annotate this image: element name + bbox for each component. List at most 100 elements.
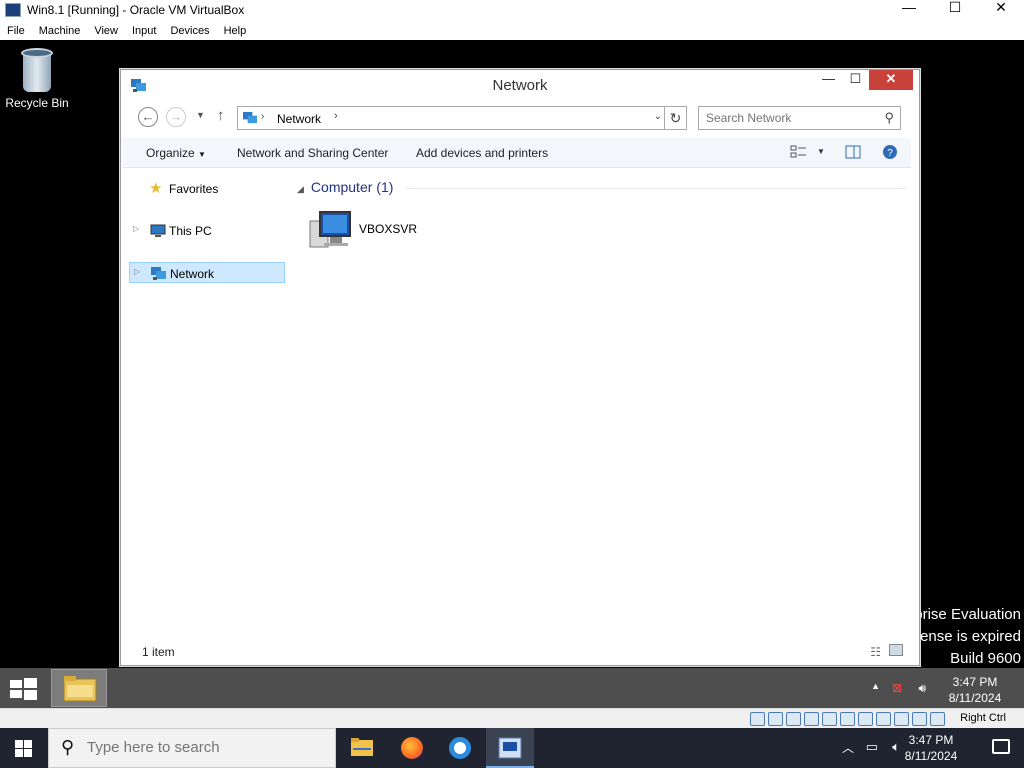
guest-taskbar: ▲ ⊠ 🔊︎ 3:47 PM 8/11/2024	[0, 668, 1024, 708]
network-icon[interactable]: ▭	[866, 739, 878, 755]
windows-logo-icon	[15, 740, 32, 757]
breadcrumb-network[interactable]: Network	[277, 112, 321, 126]
virtualbox-icon	[498, 737, 522, 759]
collapse-triangle-icon[interactable]: ◢	[297, 184, 304, 194]
address-dropdown-chevron-icon[interactable]: ⌄	[654, 111, 662, 122]
host-clock[interactable]: 3:47 PM 8/11/2024	[896, 732, 966, 764]
menu-view[interactable]: View	[87, 25, 125, 37]
menu-machine[interactable]: Machine	[32, 25, 88, 37]
menu-help[interactable]: Help	[217, 25, 254, 37]
breadcrumb-chevron-icon[interactable]: ›	[261, 111, 264, 122]
up-arrow-icon[interactable]: ↑	[217, 107, 225, 124]
organize-button[interactable]: Organize ▼	[146, 146, 206, 160]
group-header[interactable]: ◢ Computer (1)	[297, 179, 393, 195]
watermark-line-3: Build 9600	[950, 650, 1021, 667]
explorer-close-button[interactable]: ✕	[869, 70, 913, 90]
network-status-icon[interactable]: ⊠	[892, 681, 902, 695]
guest-date: 8/11/2024	[948, 691, 1002, 705]
search-input[interactable]	[706, 111, 876, 125]
host-search-box[interactable]: ⚲	[48, 728, 336, 768]
recycle-bin[interactable]: Recycle Bin	[4, 48, 70, 110]
virtualbox-menu-bar: File Machine View Input Devices Help	[0, 21, 1024, 40]
menu-input[interactable]: Input	[125, 25, 163, 37]
change-view-icon[interactable]	[790, 144, 808, 160]
watermark-line-1: prise Evaluation	[914, 606, 1021, 623]
search-icon: ⚲	[61, 737, 75, 757]
guest-file-explorer-button[interactable]	[51, 669, 107, 707]
network-computer-item[interactable]: VBOXSVR	[306, 209, 436, 253]
explorer-minimize-button[interactable]: —	[815, 70, 842, 90]
nav-network[interactable]: ▷ Network	[129, 262, 285, 283]
virtualbox-status-bar: Right Ctrl	[0, 708, 1024, 728]
firefox-taskbar-button[interactable]	[388, 728, 436, 768]
status-bar: 1 item ☷	[122, 639, 911, 664]
optical-drive-icon[interactable]	[768, 712, 783, 726]
navigation-bar: ← → ▼ ↑ › Network › ⌄ ↻ ⚲	[129, 104, 912, 132]
recording-icon[interactable]	[876, 712, 891, 726]
expand-arrow-icon[interactable]: ▷	[133, 224, 139, 233]
nav-favorites-label: Favorites	[169, 182, 219, 196]
host-search-input[interactable]	[87, 739, 327, 756]
network-adapter-icon[interactable]	[804, 712, 819, 726]
large-icons-view-icon[interactable]	[889, 644, 903, 656]
shared-folders-icon[interactable]	[840, 712, 855, 726]
keyboard-icon[interactable]	[930, 712, 945, 726]
chevron-down-icon: ▼	[198, 150, 206, 159]
explorer-maximize-button[interactable]: ☐	[842, 70, 869, 90]
add-devices-printers-button[interactable]: Add devices and printers	[416, 146, 548, 160]
help-icon[interactable]: ?	[881, 144, 899, 160]
nav-this-pc[interactable]: ▷ This PC	[129, 220, 285, 241]
network-sharing-center-button[interactable]: Network and Sharing Center	[237, 146, 388, 160]
windows-logo-icon	[10, 678, 37, 700]
show-hidden-icons-icon[interactable]: ︿	[842, 739, 854, 756]
minimize-button[interactable]: —	[886, 0, 932, 18]
expand-arrow-icon[interactable]: ▷	[134, 267, 140, 276]
refresh-icon[interactable]: ↻	[664, 107, 686, 129]
virtualbox-app-icon	[5, 3, 21, 17]
explorer-title: Network	[492, 77, 548, 94]
network-icon	[243, 111, 257, 124]
view-chevron-down-icon[interactable]: ▼	[817, 147, 825, 156]
back-button[interactable]: ←	[138, 107, 158, 127]
host-taskbar: ⚲ ︿ ▭ 🔈︎ 3:47 PM 8/11/2024	[0, 728, 1024, 768]
virtualbox-taskbar-button[interactable]	[486, 728, 534, 768]
nav-favorites[interactable]: ★ Favorites	[129, 178, 285, 199]
organize-label: Organize	[146, 146, 195, 160]
display-icon[interactable]	[858, 712, 873, 726]
menu-file[interactable]: File	[0, 25, 32, 37]
host-date: 8/11/2024	[904, 749, 958, 763]
host-start-button[interactable]	[0, 728, 48, 768]
address-bar[interactable]: › Network › ⌄ ↻	[237, 106, 687, 130]
computer-icon	[150, 224, 166, 237]
breadcrumb-separator-icon[interactable]: ›	[334, 110, 338, 122]
content-pane: ◢ Computer (1) VBOXSVR	[291, 169, 911, 639]
search-box[interactable]: ⚲	[698, 106, 901, 130]
maximize-button[interactable]: ☐	[932, 0, 978, 18]
usb-icon[interactable]	[822, 712, 837, 726]
volume-icon[interactable]: 🔊︎	[918, 681, 926, 696]
svg-text:?: ?	[887, 148, 893, 159]
evaluation-watermark: prise Evaluation cense is expired Build …	[913, 604, 1021, 670]
cpu-icon[interactable]	[894, 712, 909, 726]
details-view-icon[interactable]: ☷	[870, 645, 881, 659]
action-center-icon[interactable]	[992, 739, 1010, 754]
audio-icon[interactable]	[786, 712, 801, 726]
preview-pane-icon[interactable]	[844, 144, 862, 160]
nav-this-pc-label: This PC	[169, 224, 212, 238]
computer-item-label: VBOXSVR	[359, 222, 418, 236]
virtualbox-title-bar: Win8.1 [Running] - Oracle VM VirtualBox …	[0, 0, 1024, 20]
hard-disk-icon[interactable]	[750, 712, 765, 726]
recent-locations-chevron-icon[interactable]: ▼	[196, 110, 205, 120]
guest-start-button[interactable]	[0, 668, 46, 708]
mouse-integration-icon[interactable]	[912, 712, 927, 726]
search-icon[interactable]: ⚲	[884, 110, 894, 126]
file-explorer-taskbar-button[interactable]	[338, 728, 386, 768]
browser-taskbar-button[interactable]	[436, 728, 484, 768]
network-icon	[151, 267, 166, 280]
show-hidden-icons-icon[interactable]: ▲	[871, 681, 880, 691]
close-button[interactable]: ✕	[978, 0, 1024, 18]
menu-devices[interactable]: Devices	[163, 25, 216, 37]
forward-button[interactable]: →	[166, 107, 186, 127]
guest-time: 3:47 PM	[952, 675, 998, 689]
guest-clock[interactable]: 3:47 PM 8/11/2024	[940, 674, 1010, 706]
